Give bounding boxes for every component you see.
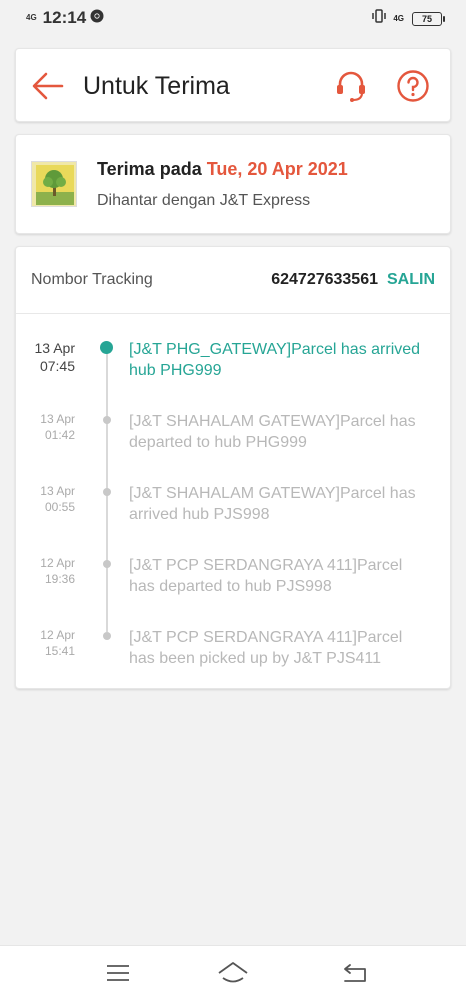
home-icon <box>218 962 248 983</box>
status-left: 4G 12:14 <box>26 8 104 28</box>
timeline-dot <box>103 488 111 496</box>
event-time: 15:41 <box>44 644 75 658</box>
customer-service-button[interactable] <box>334 69 368 103</box>
event-date: 13 Apr <box>40 412 75 426</box>
event-time: 01:42 <box>44 428 75 442</box>
battery-icon: 75 <box>412 11 445 26</box>
courier-text: Dihantar dengan J&T Express <box>97 192 311 209</box>
event-time: 00:55 <box>44 500 75 514</box>
system-nav-bar <box>0 945 466 1001</box>
back-button[interactable] <box>32 71 64 101</box>
copy-button[interactable]: SALIN <box>387 271 435 289</box>
tracking-number: 624727633561 <box>271 271 378 288</box>
delivery-card: Terima pada Tue, 20 Apr 2021 Dihantar de… <box>15 134 451 234</box>
page-title: Untuk Terima <box>83 72 230 100</box>
tracking-header: Nombor Tracking 624727633561 SALIN <box>16 247 450 314</box>
event-description: [J&T SHAHALAM GATEWAY]Parcel has departe… <box>129 413 416 451</box>
tracking-label: Nombor Tracking <box>31 271 153 288</box>
product-thumbnail <box>31 161 77 207</box>
tracking-card: Nombor Tracking 624727633561 SALIN 13 Ap… <box>15 246 451 689</box>
timeline-event: 13 Apr 00:55 [J&T SHAHALAM GATEWAY]Parcel… <box>16 483 450 553</box>
nav-home-button[interactable] <box>217 960 248 986</box>
arrow-left-icon <box>32 72 64 100</box>
timeline-dot <box>103 560 111 568</box>
timeline-event: 13 Apr 01:42 [J&T SHAHALAM GATEWAY]Parcel… <box>16 411 450 481</box>
event-description: [J&T PHG_GATEWAY]Parcel has arrived hub … <box>129 341 421 379</box>
event-date: 13 Apr <box>34 340 75 356</box>
event-datetime: 12 Apr 15:41 <box>40 627 75 659</box>
event-description: [J&T SHAHALAM GATEWAY]Parcel has arrived… <box>129 485 416 523</box>
event-date: 12 Apr <box>40 556 75 570</box>
event-time: 07:45 <box>39 358 75 374</box>
status-bar: 4G 12:14 4G 75 <box>0 0 466 36</box>
nav-menu-button[interactable] <box>103 960 133 986</box>
timeline-dot <box>103 632 111 640</box>
headset-icon <box>337 71 365 102</box>
event-description: [J&T PCP SERDANGRAYA 411]Parcel has depa… <box>129 557 403 595</box>
vibrate-icon <box>371 9 387 28</box>
event-time: 19:36 <box>44 572 75 586</box>
network-indicator: 4G <box>26 13 37 22</box>
timeline-dot <box>100 341 113 354</box>
event-date: 13 Apr <box>40 484 75 498</box>
receive-date: Tue, 20 Apr 2021 <box>206 159 348 179</box>
battery-level: 75 <box>421 13 432 24</box>
chrome-icon <box>90 8 104 28</box>
signal-indicator: 4G <box>393 13 404 23</box>
back-icon <box>344 964 366 982</box>
event-datetime: 12 Apr 19:36 <box>40 555 75 587</box>
event-datetime: 13 Apr 00:55 <box>40 483 75 515</box>
nav-back-button[interactable] <box>340 960 370 986</box>
event-datetime: 13 Apr 07:45 <box>35 339 75 375</box>
event-date: 12 Apr <box>40 628 75 642</box>
help-button[interactable] <box>396 69 430 103</box>
delivery-date: Terima pada Tue, 20 Apr 2021 <box>97 159 348 180</box>
question-icon <box>397 70 429 102</box>
status-right: 4G 75 <box>371 9 445 28</box>
timeline-event: 13 Apr 07:45 [J&T PHG_GATEWAY]Parcel has … <box>16 339 450 409</box>
timeline-event: 12 Apr 15:41 [J&T PCP SERDANGRAYA 411]Par… <box>16 627 450 697</box>
header-card: Untuk Terima <box>15 48 451 122</box>
event-datetime: 13 Apr 01:42 <box>40 411 75 443</box>
timeline-event: 12 Apr 19:36 [J&T PCP SERDANGRAYA 411]Par… <box>16 555 450 625</box>
clock: 12:14 <box>42 8 87 27</box>
menu-icon <box>107 965 129 981</box>
receive-label: Terima pada <box>97 159 202 179</box>
event-description: [J&T PCP SERDANGRAYA 411]Parcel has been… <box>129 629 403 667</box>
timeline-dot <box>103 416 111 424</box>
